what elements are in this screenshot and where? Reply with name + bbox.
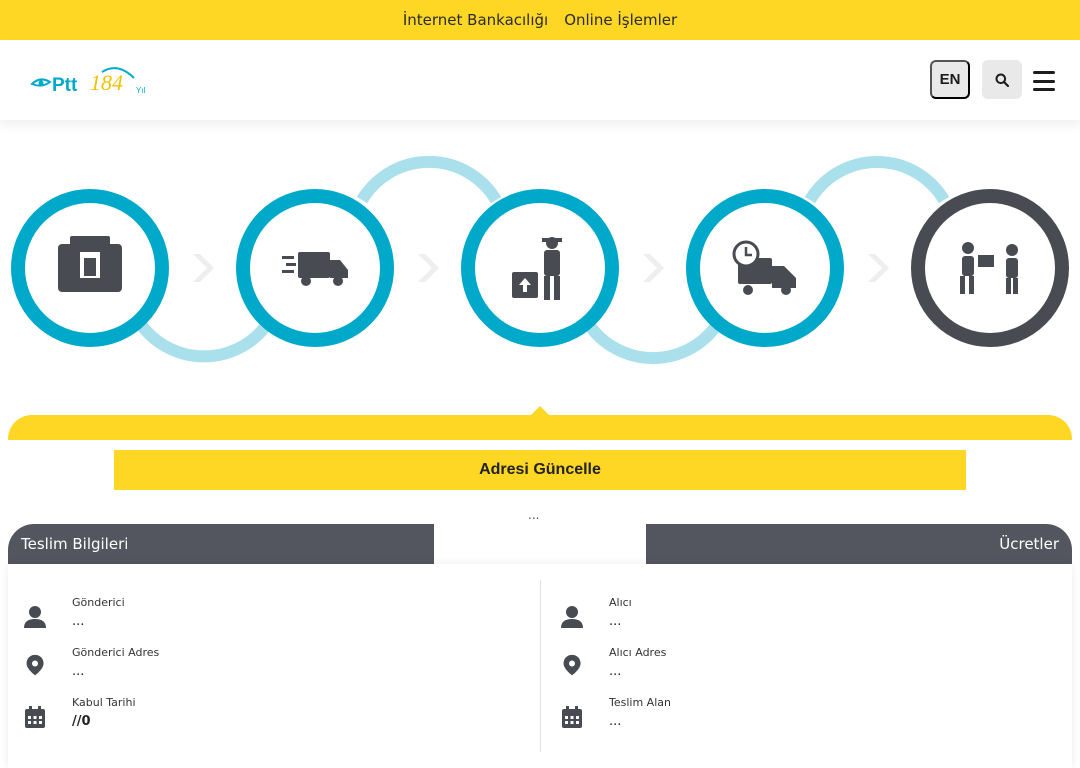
sender-address-label: Gönderici Adres xyxy=(72,646,160,659)
delivery-info-panel: Gönderici ... Gönderici Adres ... Kabul … xyxy=(8,564,1072,768)
location-pin-icon xyxy=(563,654,581,676)
tab-delivery-info[interactable]: Teslim Bilgileri xyxy=(8,524,434,564)
search-icon xyxy=(995,73,1009,87)
mailbox-icon xyxy=(58,236,122,292)
step-3-courier xyxy=(461,189,619,347)
calendar-icon xyxy=(25,706,45,728)
yellow-band xyxy=(8,415,1072,440)
acceptance-date-row: Kabul Tarihi //0 xyxy=(8,696,528,740)
search-button[interactable] xyxy=(982,60,1022,99)
step-4-scheduled-truck xyxy=(686,189,844,347)
update-address-button[interactable]: Adresi Güncelle xyxy=(114,450,966,490)
received-by-value: ... xyxy=(609,714,622,729)
receiver-label: Alıcı xyxy=(609,596,632,609)
header: Ptt 184 Yıl EN xyxy=(0,40,1080,120)
receiver-address-label: Alıcı Adres xyxy=(609,646,667,659)
yellow-pointer xyxy=(531,406,549,415)
received-by-label: Teslim Alan xyxy=(609,696,671,709)
receiver-row: Alıcı ... xyxy=(545,596,1065,640)
acceptance-date-label: Kabul Tarihi xyxy=(72,696,136,709)
svg-text:Yıl: Yıl xyxy=(136,86,146,95)
top-bar: İnternet Bankacılığı Online İşlemler xyxy=(0,0,1080,40)
sender-label: Gönderici xyxy=(72,596,125,609)
received-by-row: Teslim Alan ... xyxy=(545,696,1065,740)
person-icon xyxy=(24,606,46,628)
calendar-icon xyxy=(562,706,582,728)
sender-row: Gönderici ... xyxy=(8,596,528,640)
receiver-value: ... xyxy=(609,614,622,629)
hamburger-menu-icon[interactable] xyxy=(1033,71,1055,91)
receiver-address-value: ... xyxy=(609,664,622,679)
language-button[interactable]: EN xyxy=(930,60,970,99)
sender-address-value: ... xyxy=(72,664,85,679)
tab-fees[interactable]: Ücretler xyxy=(646,524,1072,564)
step-5-handover xyxy=(911,189,1069,347)
location-pin-icon xyxy=(26,654,44,676)
ptt-logo[interactable]: Ptt 184 Yıl xyxy=(30,64,148,98)
middle-placeholder: ... xyxy=(528,508,540,522)
sender-address-row: Gönderici Adres ... xyxy=(8,646,528,690)
sender-value: ... xyxy=(72,614,85,629)
online-operations-link[interactable]: Online İşlemler xyxy=(564,11,677,29)
receiver-address-row: Alıcı Adres ... xyxy=(545,646,1065,690)
column-divider xyxy=(540,580,541,752)
logo-text: Ptt xyxy=(52,75,78,96)
svg-text:184: 184 xyxy=(90,70,123,95)
shipment-process-graphic xyxy=(11,155,1069,365)
acceptance-date-value: //0 xyxy=(72,714,91,729)
internet-banking-link[interactable]: İnternet Bankacılığı xyxy=(403,11,548,29)
step-2-truck xyxy=(236,189,394,347)
person-icon xyxy=(561,606,583,628)
step-1-mailbox xyxy=(11,189,169,347)
